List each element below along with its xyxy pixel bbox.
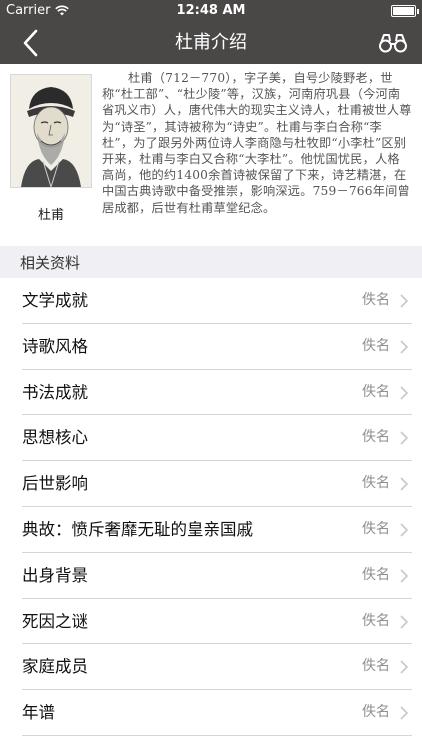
list-item[interactable]: 出身背景 佚名 (0, 553, 422, 599)
item-author: 佚名 (362, 475, 390, 492)
list-item[interactable]: 文学成就 佚名 (0, 278, 422, 324)
chevron-right-icon (400, 386, 409, 400)
item-title: 年谱 (22, 703, 55, 723)
chevron-right-icon (400, 477, 409, 491)
list-item[interactable]: 思想核心 佚名 (0, 415, 422, 462)
portrait-drawing (11, 75, 91, 187)
portrait-caption: 杜甫 (37, 208, 64, 223)
item-author: 佚名 (362, 612, 390, 629)
item-title: 诗歌风格 (22, 336, 88, 356)
intro-text: 杜甫（712－770），字子美，自号少陵野老，世称“杜工部”、“杜少陵”等，汉族… (102, 71, 412, 215)
chevron-right-icon (400, 706, 409, 720)
item-author: 佚名 (362, 292, 390, 308)
chevron-right-icon (400, 660, 409, 674)
chevron-right-icon (400, 615, 409, 629)
chevron-right-icon (400, 431, 409, 445)
battery-icon (391, 5, 419, 17)
article-list: 文学成就 佚名 诗歌风格 佚名 书法成就 佚名 思想核心 佚名 后世影响 佚名 … (0, 278, 422, 736)
status-bar: Carrier 12:48 AM (0, 0, 422, 22)
item-author: 佚名 (362, 337, 390, 354)
chevron-right-icon (400, 569, 409, 583)
item-title: 后世影响 (22, 474, 88, 494)
chevron-right-icon (400, 340, 409, 354)
intro-section: 杜甫 杜甫（712－770），字子美，自号少陵野老，世称“杜工部”、“杜少陵”等… (0, 64, 422, 246)
list-item[interactable]: 家庭成员 佚名 (0, 644, 422, 691)
status-time: 12:48 AM (176, 3, 246, 18)
item-author: 佚名 (362, 383, 390, 400)
item-title: 思想核心 (22, 428, 88, 448)
section-header: 相关资料 (0, 246, 422, 278)
item-title: 家庭成员 (22, 657, 88, 677)
chevron-right-icon (400, 294, 409, 308)
list-item[interactable]: 书法成就 佚名 (0, 370, 422, 416)
item-author: 佚名 (362, 566, 390, 583)
chevron-right-icon (400, 523, 409, 537)
item-title: 文学成就 (22, 291, 88, 310)
item-title: 死因之谜 (22, 611, 88, 631)
list-item[interactable]: 年谱 佚名 (0, 690, 422, 736)
binoculars-icon[interactable] (378, 31, 408, 55)
item-author: 佚名 (362, 520, 390, 537)
item-title: 出身背景 (22, 565, 88, 585)
item-author: 佚名 (362, 429, 390, 446)
navigation-bar: 杜甫介绍 (0, 22, 422, 64)
list-item[interactable]: 诗歌风格 佚名 (0, 324, 422, 370)
item-author: 佚名 (362, 704, 390, 721)
item-title: 书法成就 (22, 382, 88, 402)
list-item[interactable]: 死因之谜 佚名 (0, 599, 422, 645)
row-divider (22, 734, 412, 736)
page-title: 杜甫介绍 (175, 32, 247, 53)
item-title: 典故：愤斥奢靡无耻的皇亲国戚 (22, 519, 253, 539)
item-author: 佚名 (362, 658, 390, 675)
list-item[interactable]: 后世影响 佚名 (0, 461, 422, 507)
list-item[interactable]: 典故：愤斥奢靡无耻的皇亲国戚 佚名 (0, 507, 422, 553)
portrait-image (10, 74, 92, 188)
